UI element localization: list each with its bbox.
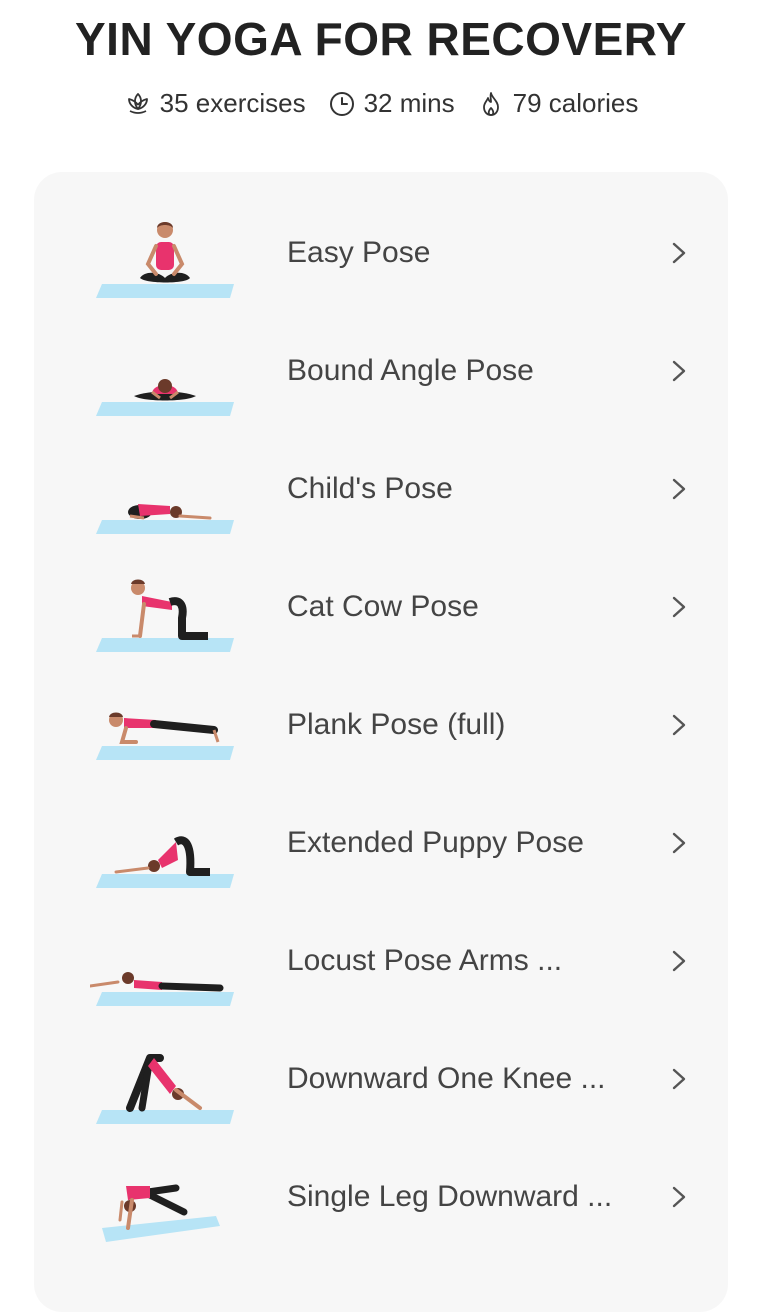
chevron-right-icon — [672, 360, 686, 382]
exercise-row[interactable]: Easy Pose — [34, 194, 728, 312]
chevron-right-icon — [672, 950, 686, 972]
exercise-label: Single Leg Downward ... — [287, 1180, 613, 1213]
chevron-right-icon — [672, 1068, 686, 1090]
exercise-row[interactable]: Plank Pose (full) — [34, 666, 728, 784]
locust-pose-illustration — [90, 972, 234, 1006]
workout-stats: 35 exercises 32 mins 79 calories — [0, 88, 762, 119]
exercise-row[interactable]: Bound Angle Pose — [34, 312, 728, 430]
extended-puppy-pose-illustration — [96, 836, 234, 888]
exercises-count: 35 exercises — [159, 88, 306, 118]
chevron-right-icon — [672, 714, 686, 736]
exercise-label: Extended Puppy Pose — [287, 826, 584, 859]
bound-angle-pose-illustration — [96, 379, 234, 416]
exercise-label: Downward One Knee ... — [287, 1062, 606, 1095]
flame-icon — [482, 91, 499, 116]
exercise-label: Plank Pose (full) — [287, 708, 506, 741]
exercises-stat: 35 exercises — [124, 88, 306, 119]
exercise-label: Easy Pose — [287, 236, 431, 269]
exercise-row[interactable]: Locust Pose Arms ... — [34, 902, 728, 1020]
duration-value: 32 mins — [363, 88, 455, 118]
lotus-icon — [127, 92, 148, 114]
calories-value: 79 calories — [512, 88, 639, 118]
exercise-label: Cat Cow Pose — [287, 590, 479, 623]
cat-cow-pose-illustration — [96, 579, 234, 652]
exercise-row[interactable]: Cat Cow Pose — [34, 548, 728, 666]
downward-one-knee-illustration — [96, 1054, 234, 1124]
exercise-row[interactable]: Downward One Knee ... — [34, 1020, 728, 1138]
childs-pose-illustration — [96, 504, 234, 534]
chevron-right-icon — [672, 832, 686, 854]
single-leg-downward-illustration — [102, 1184, 220, 1242]
exercise-label: Locust Pose Arms ... — [287, 944, 563, 977]
exercise-label: Child's Pose — [287, 472, 453, 505]
duration-stat: 32 mins — [328, 88, 455, 119]
chevron-right-icon — [672, 242, 686, 264]
exercise-row[interactable]: Child's Pose — [34, 430, 728, 548]
page-title: YIN YOGA FOR RECOVERY — [74, 13, 687, 65]
calories-stat: 79 calories — [477, 88, 639, 119]
plank-pose-illustration — [96, 712, 234, 760]
chevron-right-icon — [672, 596, 686, 618]
clock-icon — [329, 91, 354, 116]
exercise-row[interactable]: Extended Puppy Pose — [34, 784, 728, 902]
exercise-label: Bound Angle Pose — [287, 354, 534, 387]
chevron-right-icon — [672, 1186, 686, 1208]
exercise-row[interactable]: Single Leg Downward ... — [34, 1138, 728, 1256]
exercise-list: Easy Pose Bound Angle Pose Child's Pose — [34, 172, 728, 1312]
chevron-right-icon — [672, 478, 686, 500]
easy-pose-illustration — [96, 222, 234, 298]
